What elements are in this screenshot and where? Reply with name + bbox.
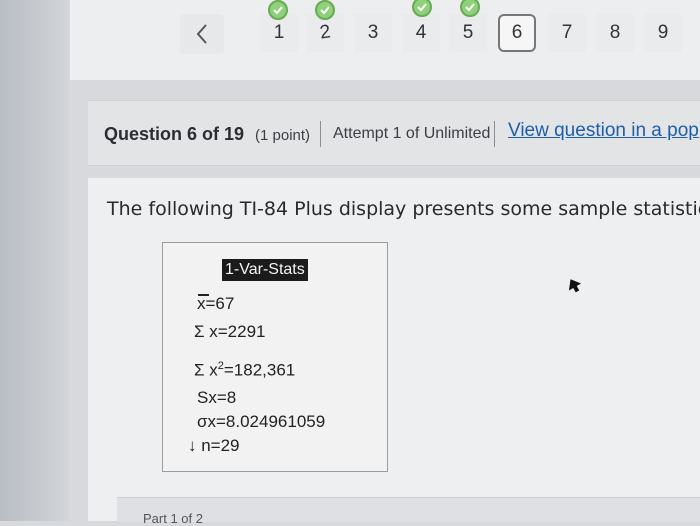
question-3-button[interactable]: 3 [354, 14, 392, 52]
question-7-button[interactable]: 7 [548, 14, 586, 52]
stat-mean: x=67 [197, 294, 235, 313]
view-question-popup-link[interactable]: View question in a pop [508, 120, 699, 142]
completed-check-icon [268, 0, 288, 20]
stat-sum-x: Σ x=2291 [194, 322, 266, 341]
question-4-button[interactable]: 4 [402, 14, 440, 52]
question-number: 5 [462, 22, 474, 43]
stat-sum-x2: Σ x2=182,361 [194, 360, 295, 381]
question-number: 6 [511, 22, 523, 43]
stat-sigma-x: σx=8.024961059 [197, 412, 326, 431]
window-edge [0, 0, 70, 521]
part-label: Part 1 of 2 [143, 511, 203, 526]
question-points: (1 point) [255, 127, 311, 144]
question-8-button[interactable]: 8 [596, 14, 634, 52]
question-title: Question 6 of 19 [104, 124, 245, 144]
question-6-button[interactable]: 6 [498, 14, 536, 52]
previous-question-button[interactable] [180, 14, 224, 54]
question-number: 7 [561, 22, 573, 43]
sum-x2-base: Σ x [194, 360, 218, 380]
stat-n: ↓ n=29 [188, 436, 240, 455]
question-number: 2 [318, 21, 332, 44]
part-section-bar [117, 497, 700, 522]
question-number: 1 [273, 22, 285, 43]
completed-check-icon [315, 0, 335, 20]
calculator-title: 1-Var-Stats [222, 259, 308, 281]
attempt-info: Attempt 1 of Unlimited [333, 125, 491, 142]
question-number: 3 [367, 22, 379, 43]
question-number: 9 [657, 22, 669, 43]
sum-x2-value: =182,361 [223, 360, 296, 380]
stat-sx: Sx=8 [197, 388, 237, 407]
question-number: 4 [415, 22, 427, 43]
question-prompt: The following TI-84 Plus display present… [107, 198, 700, 220]
question-5-button[interactable]: 5 [449, 14, 487, 52]
divider [494, 121, 495, 147]
question-9-button[interactable]: 9 [644, 14, 682, 52]
divider [320, 121, 321, 147]
chevron-left-icon [196, 24, 207, 44]
question-number: 8 [609, 22, 621, 43]
mouse-cursor-icon [568, 279, 582, 293]
